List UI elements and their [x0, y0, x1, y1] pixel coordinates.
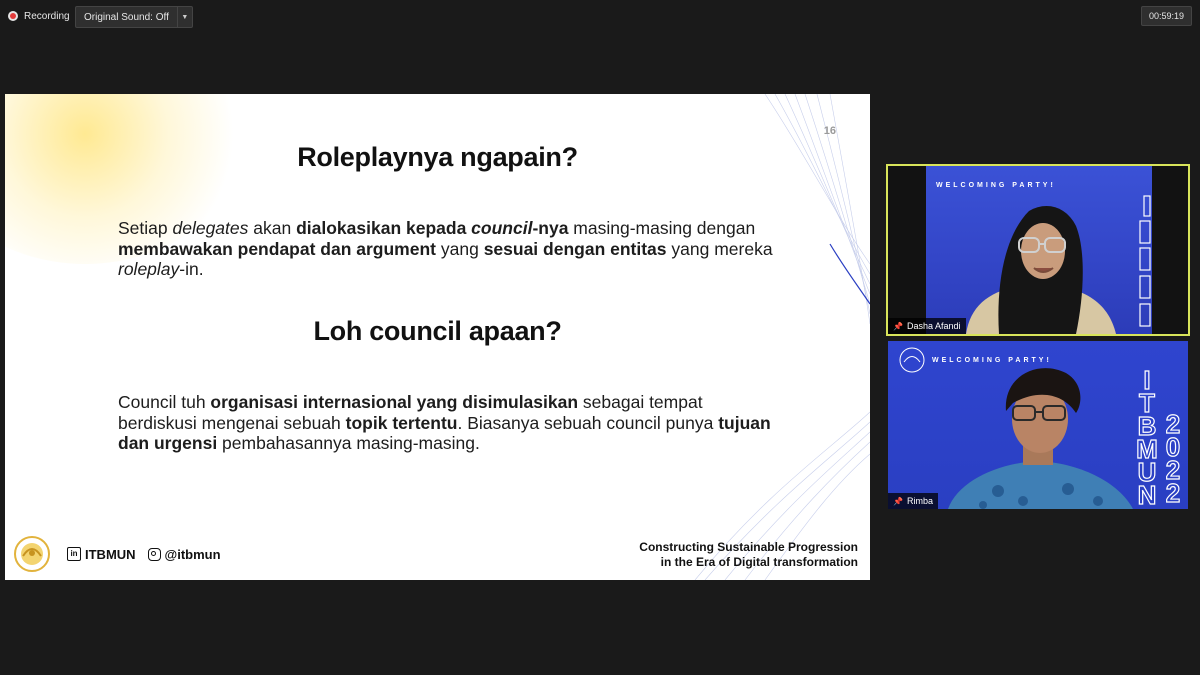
original-sound-label: Original Sound: Off	[84, 11, 169, 23]
video-banner-text: WELCOMING PARTY!	[932, 357, 1052, 364]
slide-paragraph-2: Council tuh organisasi internasional yan…	[118, 392, 778, 454]
text-run: yang mereka	[666, 238, 773, 259]
vertical-year-text: 2 0 2 2	[1158, 410, 1188, 508]
text-run: pembahasannya masing-masing.	[217, 433, 480, 453]
text-run: -nya	[532, 218, 569, 238]
text-run: topik tertentu	[345, 412, 458, 433]
linkedin-label: ITBMUN	[85, 546, 136, 562]
video-feed: WELCOMING PARTY!	[926, 166, 1152, 334]
tagline-line-2: in the Era of Digital transformation	[660, 555, 858, 569]
recording-icon	[8, 11, 18, 21]
slide-page-number: 16	[823, 125, 836, 137]
participant-video-image	[966, 195, 1151, 334]
slide-heading-1: Roleplaynya ngapain?	[297, 142, 578, 172]
slide-footer-left: in ITBMUN @itbmun	[9, 534, 221, 574]
text-run: organisasi internasional yang disimulasi…	[210, 392, 579, 412]
pin-icon: 📌	[893, 496, 903, 506]
text-run: yang	[436, 238, 484, 259]
tagline-line-1: Constructing Sustainable Progression	[639, 540, 858, 554]
vertical-digit: 2	[1165, 478, 1181, 508]
recording-indicator[interactable]: Recording	[8, 6, 70, 26]
text-run: membawakan pendapat dan argument	[118, 238, 436, 259]
text-run: dialokasikan kepada	[296, 218, 472, 238]
itbmun-emblem-icon	[14, 536, 50, 572]
text-run: akan	[248, 218, 297, 238]
text-run: . Biasanya sebuah council punya	[457, 412, 719, 433]
video-tile-rimba[interactable]: WELCOMING PARTY! I T B M U N 2 0 2 2 📌 R…	[888, 341, 1188, 509]
participant-nametag: 📌 Rimba	[888, 493, 938, 509]
participant-name: Rimba	[906, 496, 933, 506]
shared-slide: 16 Roleplaynya ngapain? Setiap delegates…	[5, 94, 870, 580]
slide-tagline: Constructing Sustainable Progression in …	[639, 540, 858, 570]
text-run: -in.	[179, 259, 204, 279]
text-run: council	[471, 218, 533, 238]
text-run: masing-masing dengan	[568, 218, 756, 238]
instagram-handle: @itbmun	[147, 546, 221, 562]
pin-icon: 📌	[893, 321, 903, 331]
chevron-down-icon[interactable]: ▼	[176, 7, 192, 27]
text-run: sesuai dengan entitas	[483, 238, 667, 259]
instagram-label: @itbmun	[164, 546, 221, 562]
text-run: roleplay	[118, 259, 180, 279]
slide-paragraph-1: Setiap delegates akan dialokasikan kepad…	[118, 218, 778, 280]
participant-nametag: 📌 Dasha Afandi	[888, 318, 966, 334]
original-sound-button[interactable]: Original Sound: Off ▼	[75, 6, 193, 28]
text-run: Council tuh	[118, 392, 211, 412]
meeting-timer: 00:59:19	[1140, 6, 1192, 26]
slide-heading-2: Loh council apaan?	[313, 316, 562, 346]
text-run: Setiap	[118, 218, 173, 238]
participant-name: Dasha Afandi	[906, 321, 961, 331]
video-tile-dasha[interactable]: WELCOMING PARTY! 📌 Dasha Afandi	[886, 164, 1190, 336]
linkedin-handle: in ITBMUN	[67, 547, 136, 562]
recording-label: Recording	[24, 10, 70, 22]
text-run: delegates	[172, 218, 249, 238]
instagram-icon	[147, 547, 161, 561]
linkedin-icon: in	[67, 547, 81, 561]
